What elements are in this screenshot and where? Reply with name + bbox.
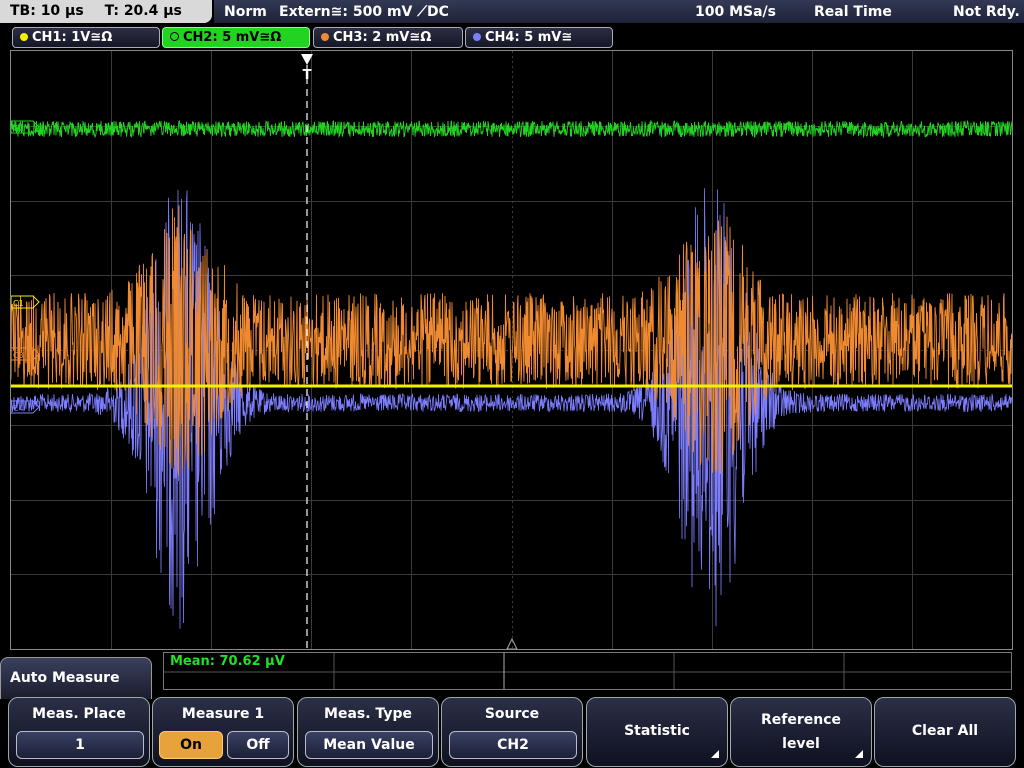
channel-tab-ch4[interactable]: CH4: 5 mV≅ [465, 27, 613, 48]
submenu-corner-icon [855, 750, 863, 758]
statistic-label: Statistic [624, 723, 690, 739]
channel-tab-ch2[interactable]: CH2: 5 mV≅Ω [162, 27, 310, 48]
trigger-source[interactable]: Extern≅: 500 mV ⟋DC [279, 0, 449, 24]
ch4-color-dot [473, 32, 481, 41]
status-bar: TB: 10 µs T: 20.4 µs Norm Extern≅: 500 m… [0, 0, 1024, 24]
softkey-measure[interactable]: Measure 1 On Off [152, 697, 294, 767]
ch1-offset-marker[interactable]: C1 [11, 295, 40, 309]
softkey-reference-level[interactable]: Reference level [730, 697, 872, 767]
softkey-clear-all[interactable]: Clear All [874, 697, 1016, 767]
ch3-marker-label: C3 [13, 351, 24, 360]
ch2-color-dot [170, 32, 179, 41]
trigger-marker-label: T [303, 68, 312, 83]
ch3-trace [11, 205, 1012, 476]
timebase-readout: TB: 10 µs [10, 3, 84, 19]
softkey-meas-place[interactable]: Meas. Place 1 [8, 697, 150, 767]
measurement-strip [163, 652, 1012, 690]
acquisition-mode: Real Time [814, 4, 892, 20]
waveform-canvas: T C2 C1 C3 C4 [11, 51, 1012, 649]
trigger-mode[interactable]: Norm [224, 0, 267, 24]
ch1-label: CH1: 1V≅Ω [32, 30, 113, 45]
source-label: Source [484, 706, 540, 722]
softkey-source[interactable]: Source CH2 [441, 697, 583, 767]
ch2-waveform [11, 119, 1012, 139]
trigger-time-readout: T: 20.4 µs [104, 3, 182, 19]
source-value[interactable]: CH2 [449, 731, 577, 759]
ch3-waveform [11, 205, 1012, 476]
measurement-readout: Mean: 70.62 µV [170, 654, 285, 669]
softkey-statistic[interactable]: Statistic [586, 697, 728, 767]
ch2-trace [11, 119, 1012, 139]
ch1-marker-label: C1 [13, 299, 24, 308]
ch1-color-dot [20, 32, 28, 41]
channel-tab-ch1[interactable]: CH1: 1V≅Ω [12, 27, 160, 48]
waveform-display[interactable]: T C2 C1 C3 C4 [10, 50, 1013, 650]
meas-type-value[interactable]: Mean Value [305, 731, 433, 759]
measure-on-button[interactable]: On [159, 731, 223, 759]
meas-place-value[interactable]: 1 [16, 731, 144, 759]
meas-type-label: Meas. Type [324, 706, 412, 722]
submenu-corner-icon [711, 750, 719, 758]
ch3-label: CH3: 2 mV≅Ω [333, 30, 432, 45]
menu-title: Auto Measure [0, 657, 152, 699]
measure-off-button[interactable]: Off [227, 731, 289, 759]
ch3-color-dot [321, 32, 329, 41]
sample-rate: 100 MSa/s [695, 4, 777, 20]
clear-all-label: Clear All [911, 723, 979, 739]
channel-tab-ch3[interactable]: CH3: 2 mV≅Ω [313, 27, 463, 48]
measure-label: Measure 1 [181, 706, 265, 722]
reference-label-line1: Reference [760, 712, 842, 728]
reference-label-line2: level [782, 736, 820, 752]
ch4-label: CH4: 5 mV≅ [485, 30, 573, 45]
ready-state: Not Rdy. [953, 4, 1020, 20]
ch2-label: CH2: 5 mV≅Ω [183, 30, 282, 45]
meas-place-label: Meas. Place [32, 706, 126, 722]
timebase-box[interactable]: TB: 10 µs T: 20.4 µs [0, 0, 212, 23]
softkey-meas-type[interactable]: Meas. Type Mean Value [297, 697, 439, 767]
ch4-marker-label: C4 [13, 404, 24, 413]
ch2-marker-label: C2 [13, 124, 24, 133]
